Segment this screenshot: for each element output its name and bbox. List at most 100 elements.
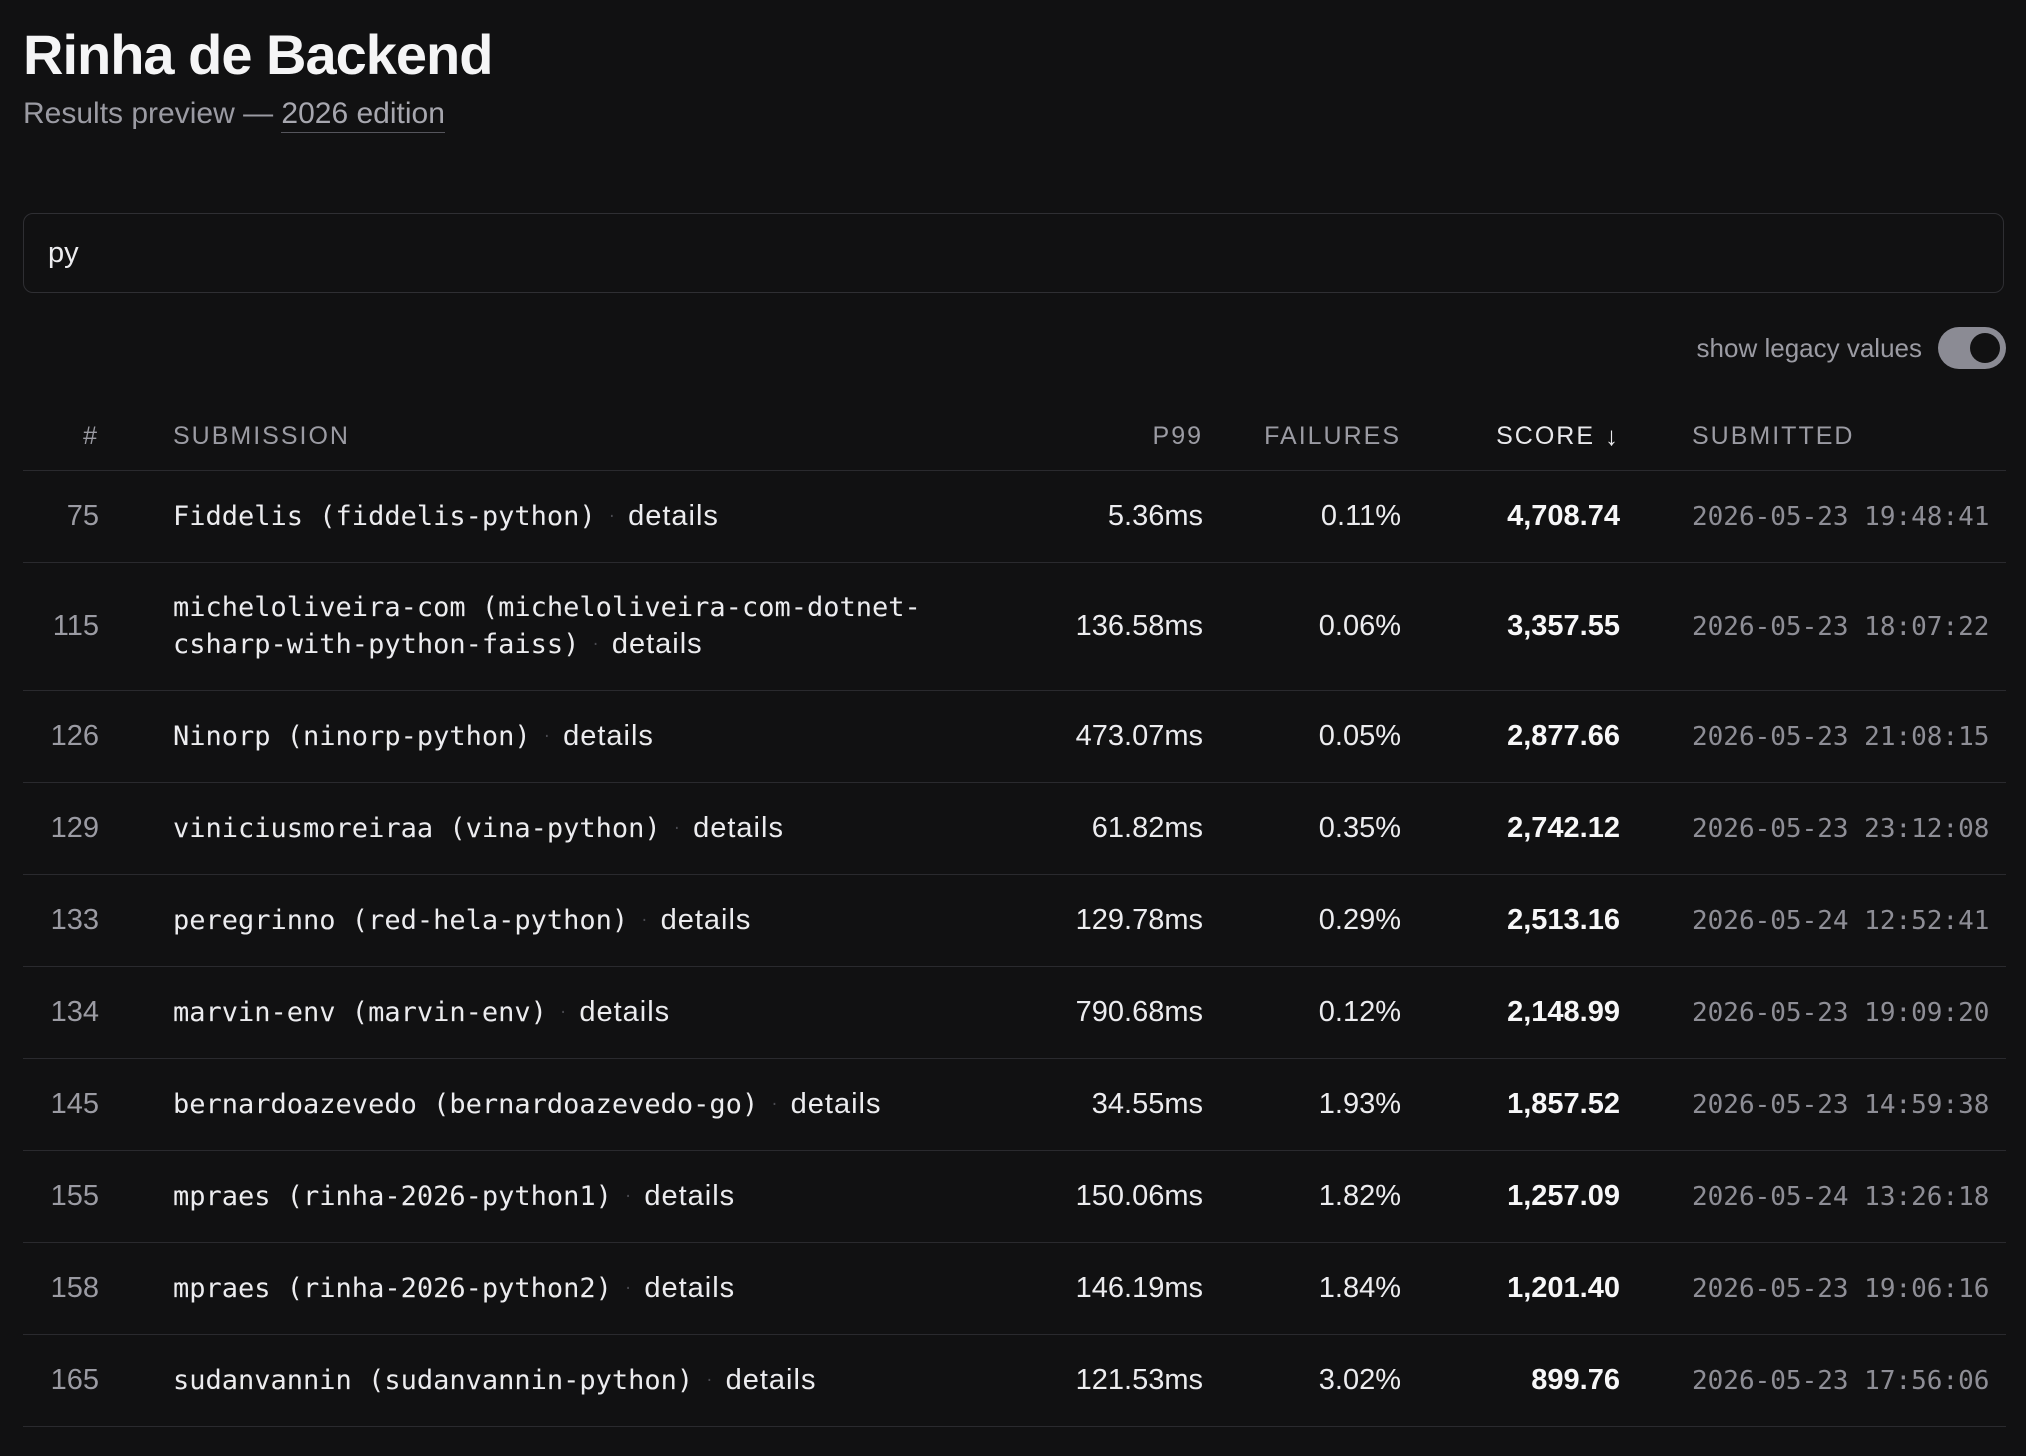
- table-header-row: # SUBMISSION P99 FAILURES SCORE ↓ SUBMITT…: [23, 402, 2006, 471]
- rank-cell: 129: [23, 782, 143, 875]
- submission-name: micheloliveira-com (micheloliveira-com-d…: [173, 592, 921, 660]
- rank-cell: 115: [23, 562, 143, 691]
- legacy-toggle-label: show legacy values: [1696, 332, 1922, 363]
- separator-dot: ·: [705, 1372, 714, 1389]
- submitted-cell: 2026-05-23 19:48:41: [1620, 470, 2006, 563]
- search-input[interactable]: [48, 214, 1948, 292]
- submission-name: mpraes (rinha-2026-python2): [173, 1272, 612, 1304]
- failures-cell: 0.35%: [1203, 782, 1401, 875]
- score-cell: 1,257.09: [1401, 1150, 1620, 1243]
- p99-cell: 61.82ms: [1023, 782, 1203, 875]
- legacy-toggle-row: show legacy values: [1697, 327, 2006, 369]
- submission-name: peregrinno (red-hela-python): [173, 904, 629, 936]
- score-cell: 2,742.12: [1401, 782, 1620, 875]
- submission-cell: Fiddelis (fiddelis-python) · details: [143, 470, 1023, 563]
- results-table: # SUBMISSION P99 FAILURES SCORE ↓ SUBMITT…: [23, 402, 2006, 1427]
- submitted-cell: 2026-05-23 17:56:06: [1620, 1334, 2006, 1427]
- page-title: Rinha de Backend: [23, 23, 493, 86]
- submission-cell: peregrinno (red-hela-python) · details: [143, 874, 1023, 967]
- page-subtitle: Results preview — 2026 edition: [23, 97, 445, 133]
- rank-cell: 126: [23, 690, 143, 783]
- column-header-score-label: SCORE: [1496, 421, 1595, 450]
- submission-name: Fiddelis (fiddelis-python): [173, 500, 596, 532]
- submission-name: viniciusmoreiraa (vina-python): [173, 812, 661, 844]
- rank-cell: 155: [23, 1150, 143, 1243]
- submission-name: sudanvannin (sudanvannin-python): [173, 1364, 694, 1396]
- separator-dot: ·: [623, 1188, 633, 1205]
- details-link[interactable]: details: [726, 1364, 817, 1396]
- table-body: 75 Fiddelis (fiddelis-python) · details 5.36…: [23, 470, 2006, 1427]
- details-link[interactable]: details: [791, 1088, 882, 1120]
- edition-link[interactable]: 2026 edition: [281, 97, 445, 133]
- separator-dot: ·: [591, 637, 600, 653]
- details-link[interactable]: details: [612, 628, 703, 660]
- rank-cell: 134: [23, 966, 143, 1059]
- rank-cell: 158: [23, 1242, 143, 1335]
- legacy-values-toggle[interactable]: [1938, 327, 2006, 369]
- failures-cell: 1.84%: [1203, 1242, 1401, 1335]
- column-header-submitted[interactable]: SUBMITTED: [1620, 402, 2006, 471]
- toggle-knob: [1970, 333, 2000, 363]
- details-link[interactable]: details: [693, 812, 784, 844]
- table-row: 155 mpraes (rinha-2026-python1) · details 15…: [23, 1150, 2006, 1243]
- submission-name: Ninorp (ninorp-python): [173, 720, 531, 752]
- details-link[interactable]: details: [644, 1180, 735, 1212]
- table-row: 145 bernardoazevedo (bernardoazevedo-go) ·…: [23, 1058, 2006, 1151]
- p99-cell: 136.58ms: [1023, 562, 1203, 691]
- submitted-cell: 2026-05-23 19:09:20: [1620, 966, 2006, 1059]
- separator-dot: ·: [542, 728, 552, 745]
- details-link[interactable]: details: [579, 996, 670, 1028]
- table-row: 75 Fiddelis (fiddelis-python) · details 5.36…: [23, 470, 2006, 563]
- column-header-p99[interactable]: P99: [1023, 402, 1203, 471]
- submitted-cell: 2026-05-23 14:59:38: [1620, 1058, 2006, 1151]
- p99-cell: 129.78ms: [1023, 874, 1203, 967]
- submission-cell: mpraes (rinha-2026-python2) · details: [143, 1242, 1023, 1335]
- score-cell: 1,857.52: [1401, 1058, 1620, 1151]
- submitted-cell: 2026-05-23 18:07:22: [1620, 562, 2006, 691]
- rank-cell: 133: [23, 874, 143, 967]
- column-header-score[interactable]: SCORE ↓: [1401, 402, 1620, 471]
- submission-name: bernardoazevedo (bernardoazevedo-go): [173, 1088, 759, 1120]
- table-row: 133 peregrinno (red-hela-python) · details 1…: [23, 874, 2006, 967]
- submitted-cell: 2026-05-23 19:06:16: [1620, 1242, 2006, 1335]
- search-box[interactable]: [23, 213, 2004, 293]
- failures-cell: 1.82%: [1203, 1150, 1401, 1243]
- details-link[interactable]: details: [644, 1272, 735, 1304]
- details-link[interactable]: details: [563, 720, 654, 752]
- separator-dot: ·: [558, 1004, 568, 1021]
- table-row: 115 micheloliveira-com (micheloliveira-co…: [23, 562, 2006, 691]
- table-row: 129 viniciusmoreiraa (vina-python) · detail…: [23, 782, 2006, 875]
- details-link[interactable]: details: [661, 904, 752, 936]
- column-header-submission[interactable]: SUBMISSION: [143, 402, 1023, 471]
- separator-dot: ·: [623, 1280, 633, 1297]
- failures-cell: 0.11%: [1203, 470, 1401, 563]
- sort-arrow-down-icon: ↓: [1605, 420, 1620, 451]
- submission-cell: viniciusmoreiraa (vina-python) · details: [143, 782, 1023, 875]
- submitted-cell: 2026-05-24 13:26:18: [1620, 1150, 2006, 1243]
- submitted-cell: 2026-05-23 21:08:15: [1620, 690, 2006, 783]
- table-row: 126 Ninorp (ninorp-python) · details 473.07m…: [23, 690, 2006, 783]
- p99-cell: 473.07ms: [1023, 690, 1203, 783]
- score-cell: 2,148.99: [1401, 966, 1620, 1059]
- p99-cell: 121.53ms: [1023, 1334, 1203, 1427]
- submission-cell: bernardoazevedo (bernardoazevedo-go) · det…: [143, 1058, 1023, 1151]
- score-cell: 2,877.66: [1401, 690, 1620, 783]
- column-header-rank[interactable]: #: [23, 402, 143, 471]
- submission-cell: marvin-env (marvin-env) · details: [143, 966, 1023, 1059]
- score-cell: 4,708.74: [1401, 470, 1620, 563]
- details-link[interactable]: details: [628, 500, 719, 532]
- subtitle-prefix: Results preview —: [23, 97, 282, 130]
- submission-name: mpraes (rinha-2026-python1): [173, 1180, 612, 1212]
- p99-cell: 790.68ms: [1023, 966, 1203, 1059]
- failures-cell: 1.93%: [1203, 1058, 1401, 1151]
- table-row: 165 sudanvannin (sudanvannin-python) · deta…: [23, 1334, 2006, 1427]
- column-header-failures[interactable]: FAILURES: [1203, 402, 1401, 471]
- separator-dot: ·: [672, 820, 682, 837]
- rank-cell: 75: [23, 470, 143, 563]
- submitted-cell: 2026-05-23 23:12:08: [1620, 782, 2006, 875]
- failures-cell: 0.05%: [1203, 690, 1401, 783]
- separator-dot: ·: [640, 912, 649, 929]
- score-cell: 1,201.40: [1401, 1242, 1620, 1335]
- score-cell: 899.76: [1401, 1334, 1620, 1427]
- p99-cell: 34.55ms: [1023, 1058, 1203, 1151]
